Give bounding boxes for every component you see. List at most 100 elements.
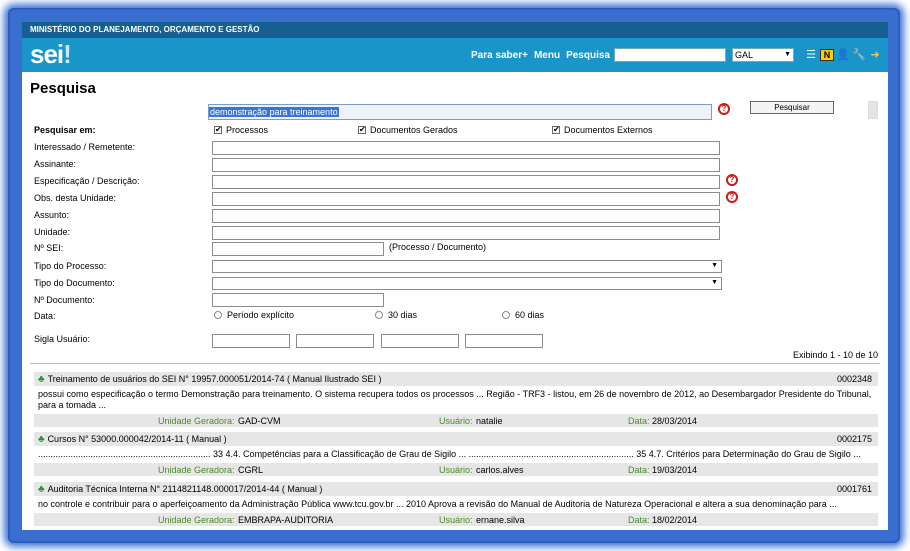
obs-label: Obs. desta Unidade:: [34, 193, 117, 203]
ndocumento-input[interactable]: [212, 293, 384, 307]
tipo-documento-label: Tipo do Documento:: [34, 278, 115, 288]
radio-periodo-explicito[interactable]: Período explícito: [214, 310, 294, 320]
radio-dot: [375, 311, 383, 319]
checkbox-mark: ✔: [214, 125, 222, 134]
list-icon[interactable]: ☰: [804, 48, 818, 62]
search-in-label: Pesquisar em:: [34, 125, 96, 135]
sigla-input-1[interactable]: [212, 334, 290, 348]
especificacao-label: Especificação / Descrição:: [34, 176, 140, 186]
result-number[interactable]: 0002175: [837, 434, 872, 444]
user-value: carlos.alves: [476, 465, 524, 475]
sigla-label: Sigla Usuário:: [34, 334, 91, 344]
assunto-input[interactable]: [212, 209, 720, 223]
help-icon[interactable]: ?: [726, 174, 738, 186]
user-label: Usuário:: [439, 515, 473, 525]
tipo-processo-select[interactable]: [212, 260, 722, 273]
nsei-input[interactable]: [212, 242, 384, 256]
n-badge-icon[interactable]: N: [820, 49, 834, 61]
unidade-input[interactable]: [212, 226, 720, 240]
result-title[interactable]: Cursos N° 53000.000042/2014-11 ( Manual …: [48, 434, 227, 444]
result-header: ♣ Cursos N° 53000.000042/2014-11 ( Manua…: [34, 432, 878, 446]
radio-60-dias[interactable]: 60 dias: [502, 310, 544, 320]
date-label: Data:: [628, 515, 650, 525]
sigla-input-3[interactable]: [381, 334, 459, 348]
assinante-input[interactable]: [212, 158, 720, 172]
user-icon[interactable]: 👤: [836, 48, 850, 62]
tipo-processo-label: Tipo do Processo:: [34, 261, 107, 271]
unit-select[interactable]: GAL: [732, 48, 794, 62]
nav-saber-mais[interactable]: Para saber+: [471, 50, 528, 61]
assinante-label: Assinante:: [34, 159, 77, 169]
user-value: ernane.silva: [476, 515, 525, 525]
date-value: 28/03/2014: [652, 416, 698, 426]
assunto-label: Assunto:: [34, 210, 70, 220]
sigla-input-2[interactable]: [296, 334, 374, 348]
exit-icon[interactable]: ➜: [868, 48, 882, 62]
checkbox-documentos-gerados[interactable]: ✔ Documentos Gerados: [358, 125, 458, 135]
help-icon[interactable]: ?: [718, 103, 730, 115]
tree-icon: ♣: [38, 483, 45, 495]
unit-value: GAD-CVM: [238, 416, 281, 426]
unit-label: Unidade Geradora:: [158, 515, 235, 525]
page-title: Pesquisa: [30, 80, 96, 97]
user-label: Usuário:: [439, 465, 473, 475]
interessado-input[interactable]: [212, 141, 720, 155]
nav-pesquisa[interactable]: Pesquisa: [566, 50, 610, 61]
data-label: Data:: [34, 311, 56, 321]
date-value: 19/03/2014: [652, 465, 698, 475]
unit-value: EMBRAPA-AUDITORIA: [238, 515, 334, 525]
unit-value: CGRL: [238, 465, 264, 475]
result-number[interactable]: 0001761: [837, 484, 872, 494]
checkbox-documentos-externos[interactable]: ✔ Documentos Externos: [552, 125, 653, 135]
tree-icon: ♣: [38, 373, 45, 385]
checkbox-label: Documentos Gerados: [370, 125, 458, 135]
result-meta: Unidade Geradora: EMBRAPA-AUDITORIA Usuá…: [34, 513, 878, 526]
scrollbar[interactable]: [868, 101, 878, 119]
radio-dot: [214, 311, 222, 319]
obs-input[interactable]: [212, 192, 720, 206]
user-value: natalie: [476, 416, 503, 426]
result-title[interactable]: Treinamento de usuários do SEI N° 19957.…: [48, 374, 382, 384]
checkbox-processos[interactable]: ✔ Processos: [214, 125, 268, 135]
radio-dot: [502, 311, 510, 319]
date-label: Data:: [628, 465, 650, 475]
nsei-label: Nº SEI:: [34, 243, 64, 253]
checkbox-mark: ✔: [358, 125, 366, 134]
ministry-bar: MINISTÉRIO DO PLANEJAMENTO, ORÇAMENTO E …: [22, 22, 888, 38]
app-screen: MINISTÉRIO DO PLANEJAMENTO, ORÇAMENTO E …: [22, 22, 888, 530]
sigla-input-4[interactable]: [465, 334, 543, 348]
help-icon[interactable]: ?: [726, 191, 738, 203]
result-header: ♣ Treinamento de usuários do SEI N° 1995…: [34, 372, 878, 386]
tree-icon: ♣: [38, 433, 45, 445]
wrench-icon[interactable]: 🔧: [852, 48, 866, 62]
checkbox-label: Processos: [226, 125, 269, 135]
radio-label: Período explícito: [227, 310, 295, 320]
radio-label: 60 dias: [515, 310, 545, 320]
radio-30-dias[interactable]: 30 dias: [375, 310, 417, 320]
tipo-documento-select[interactable]: [212, 277, 722, 290]
interessado-label: Interessado / Remetente:: [34, 142, 136, 152]
date-label: Data:: [628, 416, 650, 426]
result-item: ♣ Cursos N° 53000.000042/2014-11 ( Manua…: [34, 432, 878, 476]
top-bar: sei! Para saber+ Menu Pesquisa GAL ☰ N 👤…: [22, 38, 888, 72]
divider: [30, 363, 880, 364]
nsei-hint: (Processo / Documento): [389, 242, 487, 252]
logo-text: sei: [30, 39, 64, 69]
result-number[interactable]: 0002348: [837, 374, 872, 384]
result-meta: Unidade Geradora: CGRL Usuário: carlos.a…: [34, 463, 878, 476]
user-label: Usuário:: [439, 416, 473, 426]
unit-label: Unidade Geradora:: [158, 465, 235, 475]
result-title[interactable]: Auditoria Técnica Interna N° 2114821148.…: [48, 484, 323, 494]
especificacao-input[interactable]: [212, 175, 720, 189]
unidade-label: Unidade:: [34, 227, 71, 237]
main-search-input[interactable]: demonstração para treinamento: [208, 104, 712, 120]
top-search-input[interactable]: [614, 48, 726, 62]
result-header: ♣ Auditoria Técnica Interna N° 211482114…: [34, 482, 878, 496]
radio-label: 30 dias: [388, 310, 418, 320]
checkbox-label: Documentos Externos: [564, 125, 653, 135]
result-meta: Unidade Geradora: GAD-CVM Usuário: natal…: [34, 414, 878, 427]
result-item: ♣ Auditoria Técnica Interna N° 211482114…: [34, 482, 878, 526]
sei-logo[interactable]: sei!: [30, 39, 72, 69]
search-button[interactable]: Pesquisar: [750, 101, 834, 114]
nav-menu[interactable]: Menu: [534, 50, 560, 61]
